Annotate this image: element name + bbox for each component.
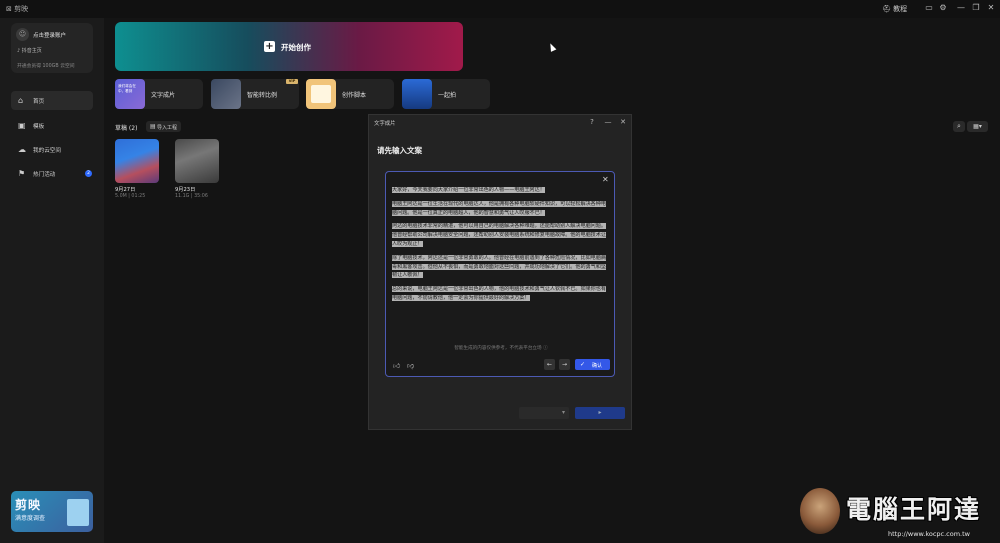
plus-icon: + — [264, 41, 275, 52]
import-project-button[interactable]: ▤ 导入工程 — [146, 121, 181, 132]
app-title: ⊠ 剪映 — [6, 5, 29, 13]
douyin-label: 抖音主页 — [21, 48, 42, 54]
drafts-label: 草稿 (2) — [115, 125, 138, 132]
sidebar-item-home[interactable]: ⌂ 首页 — [11, 91, 93, 110]
vip-badge: VIP — [286, 79, 298, 84]
draft-date: 9月23日 — [175, 187, 196, 193]
tool-creation-script[interactable]: 创作脚本 — [306, 79, 394, 109]
mouse-cursor — [547, 42, 557, 52]
survey-title: 剪映 — [15, 498, 42, 512]
sidebar-item-label: 模板 — [33, 124, 45, 130]
survey-subtitle: 满意度调查 — [15, 515, 46, 522]
sidebar-item-label: 我的云空间 — [33, 148, 61, 154]
account-card[interactable]: ☺ 点击登录账户 ♪ 抖音主页 开通会员得 100GB 云空间 — [11, 23, 93, 73]
next-arrow-icon[interactable]: → — [559, 359, 570, 370]
paragraph-text: 大家好，今天我要向大家介绍一位非常出色的人物——电脑王阿达！ — [392, 187, 545, 193]
script-paragraph: 总的来说，电脑王阿达是一位非常出色的人物，他的电脑技术和勇气让人钦佩不已。如果你… — [392, 285, 608, 303]
minimize-icon[interactable]: — — [603, 118, 613, 126]
tool-label: 一起拍 — [438, 92, 457, 99]
survey-document-icon — [67, 499, 89, 526]
draft-thumbnail[interactable] — [175, 139, 219, 183]
cloud-icon: ☁ — [18, 145, 26, 154]
view-toggle-icon[interactable]: ▦▾ — [967, 121, 988, 132]
close-icon[interactable]: ✕ — [985, 3, 997, 12]
template-icon: ▣ — [18, 121, 26, 130]
douyin-link[interactable]: ♪ 抖音主页 — [17, 47, 42, 54]
close-icon[interactable]: ✕ — [618, 118, 628, 126]
check-icon: ✓ — [580, 361, 586, 368]
title-bar — [0, 0, 1000, 18]
tutorial-label: 教程 — [893, 5, 908, 13]
prev-arrow-icon[interactable]: ← — [544, 359, 555, 370]
watermark-mascot — [800, 488, 840, 534]
script-paragraph: 除了电脑技术，阿达还是一位非常勇敢的人。他曾经在电脑前遇到了各种危险情况，比如电… — [392, 254, 608, 280]
confirm-button[interactable]: ✓ 确认 — [575, 359, 610, 370]
sidebar-item-templates[interactable]: ▣ 模板 — [11, 116, 93, 135]
script-text[interactable]: 大家好，今天我要向大家介绍一位非常出色的人物——电脑王阿达！ 电脑王阿达是一位生… — [392, 186, 608, 308]
feedback-icon[interactable]: ▭ — [923, 3, 935, 12]
paragraph-text: 除了电脑技术，阿达还是一位非常勇敢的人。他曾经在电脑前遇到了各种危险情况，比如电… — [392, 254, 606, 279]
import-icon: ▤ — [150, 123, 156, 130]
sidebar-item-label: 首页 — [33, 99, 45, 105]
survey-banner[interactable]: 剪映 满意度调查 — [11, 491, 93, 532]
thumbs-down-icon[interactable]: 👎︎ — [407, 361, 414, 370]
start-creating-button[interactable]: + 开始创作 — [115, 22, 463, 71]
tool-text-to-video[interactable]: 我们将会在中，看到 文字成片 — [115, 79, 203, 109]
generate-button[interactable]: ▸ — [575, 407, 625, 419]
maximize-icon[interactable]: ❐ — [970, 3, 982, 12]
draft-thumbnail[interactable] — [115, 139, 159, 183]
login-text[interactable]: 点击登录账户 — [33, 31, 66, 39]
script-paragraph: 电脑王阿达是一位生活在现代的电脑达人，他是拥有各种电脑软硬件知识，可以轻松解决各… — [392, 200, 608, 218]
chevron-down-icon: ▾ — [561, 409, 565, 416]
settings-icon[interactable]: ⚙ — [937, 3, 949, 12]
paragraph-text: 阿达的电脑技术非常的精湛，他可以用自己的电脑解决各种难题，还能帮助别人解决电脑问… — [392, 223, 606, 247]
close-icon[interactable]: ✕ — [602, 175, 609, 184]
tool-thumbnail — [306, 79, 336, 109]
script-editor[interactable]: ✕ 大家好，今天我要向大家介绍一位非常出色的人物——电脑王阿达！ 电脑王阿达是一… — [385, 171, 615, 377]
script-paragraph: 阿达的电脑技术非常的精湛，他可以用自己的电脑解决各种难题，还能帮助别人解决电脑问… — [392, 222, 608, 248]
start-creating-label: 开始创作 — [281, 43, 311, 52]
tool-label: 创作脚本 — [342, 92, 367, 99]
flag-icon: ⚑ — [18, 169, 26, 178]
tool-shoot-together[interactable]: 一起拍 — [402, 79, 490, 109]
avatar[interactable]: ☺ — [16, 28, 29, 41]
search-icon[interactable]: ⌕ — [953, 121, 965, 132]
help-icon[interactable]: ? — [587, 118, 597, 126]
tool-thumbnail — [211, 79, 241, 109]
tutorial-button[interactable]: ⛑ 教程 — [882, 4, 907, 14]
watermark-url: http://www.kocpc.com.tw — [888, 530, 970, 538]
events-badge: 2 — [85, 170, 92, 177]
thumbnail-text: 我们将会在中，看到 — [118, 84, 136, 93]
member-promo[interactable]: 开通会员得 100GB 云空间 — [17, 62, 75, 69]
confirm-label: 确认 — [592, 363, 603, 369]
dialog-title: 文字成片 — [374, 121, 396, 127]
draft-date: 9月27日 — [115, 187, 136, 193]
tool-label: 智能转比例 — [247, 92, 278, 99]
dialog-heading: 请先输入文案 — [377, 146, 422, 155]
home-icon: ⌂ — [18, 96, 24, 105]
tool-thumbnail — [402, 79, 432, 109]
watermark-title: 電腦王阿達 — [846, 495, 982, 524]
import-label: 导入工程 — [157, 125, 178, 131]
app-name: 剪映 — [14, 5, 29, 13]
text-to-video-dialog: 文字成片 ? — ✕ 请先输入文案 ✕ 大家好，今天我要向大家介绍一位非常出色的… — [368, 114, 632, 430]
tool-thumbnail: 我们将会在中，看到 — [115, 79, 145, 109]
paragraph-text: 总的来说，电脑王阿达是一位非常出色的人物，他的电脑技术和勇气让人钦佩不已。如果你… — [392, 286, 606, 301]
voice-select[interactable]: ▾ — [519, 407, 569, 419]
sidebar-item-label: 热门活动 — [33, 172, 56, 178]
draft-meta: 5.0M | 01:25 — [115, 194, 146, 199]
paragraph-text: 电脑王阿达是一位生活在现代的电脑达人，他是拥有各种电脑软硬件知识，可以轻松解决各… — [392, 200, 606, 216]
sidebar-item-events[interactable]: ⚑ 热门活动 — [11, 164, 93, 183]
sidebar-item-cloud[interactable]: ☁ 我的云空间 — [11, 140, 93, 159]
draft-meta: 11.1G | 35:06 — [175, 194, 208, 199]
tool-label: 文字成片 — [151, 92, 176, 99]
thumbs-up-icon[interactable]: 👍︎ — [393, 361, 400, 370]
minimize-icon[interactable]: — — [955, 3, 967, 12]
ai-notice: 智能生成的内容仅供参考，不代表平台立场 ⓘ — [454, 346, 548, 351]
script-paragraph: 大家好，今天我要向大家介绍一位非常出色的人物——电脑王阿达！ — [392, 186, 608, 195]
